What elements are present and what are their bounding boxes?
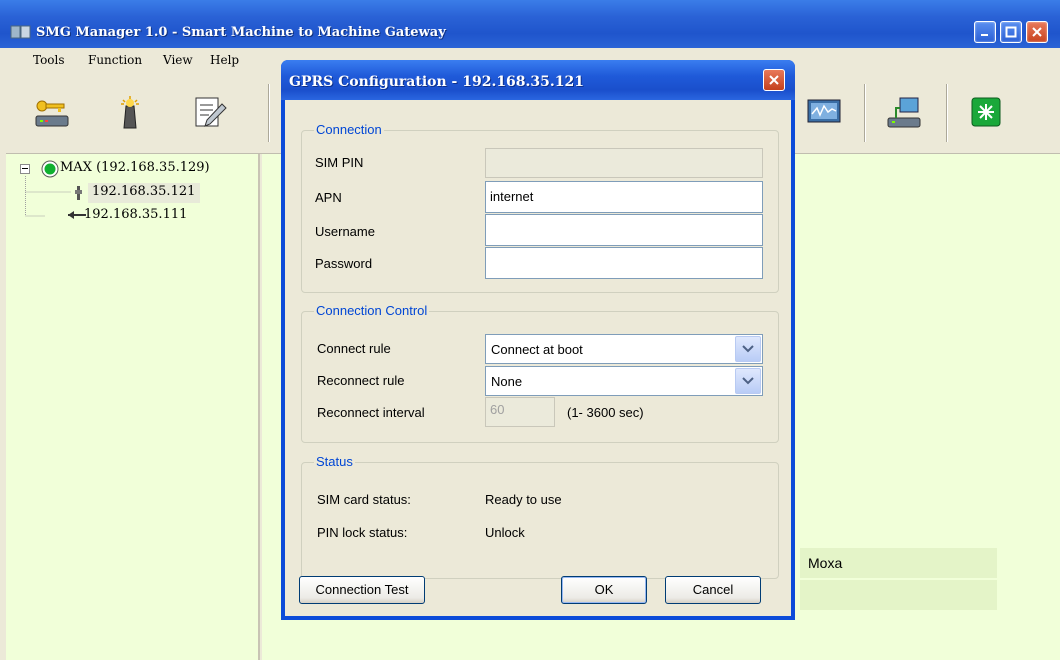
dropdown-arrow-button[interactable] (735, 336, 761, 362)
sim-pin-field (485, 148, 763, 178)
pin-lock-status-label: PIN lock status: (317, 525, 408, 540)
sim-card-status-label: SIM card status: (317, 492, 411, 507)
toolbar-network-button[interactable] (874, 82, 934, 144)
chevron-down-icon (742, 377, 754, 385)
list-item-text: Moxa (808, 555, 843, 571)
status-group: Status (301, 454, 779, 579)
username-label: Username (315, 224, 375, 239)
gprs-configuration-dialog: GPRS Configuration - 192.168.35.121 Conn… (281, 60, 795, 620)
menu-tools[interactable]: Tools (33, 53, 65, 67)
group-legend: Status (314, 454, 355, 469)
tree-collapse-toggle[interactable] (20, 164, 30, 174)
gateway-status-icon (41, 160, 59, 178)
reconnect-rule-select[interactable]: None (485, 366, 763, 396)
chevron-down-icon (742, 345, 754, 353)
password-field[interactable] (485, 247, 763, 279)
connect-rule-select[interactable]: Connect at boot (485, 334, 763, 364)
reconnect-rule-label: Reconnect rule (317, 373, 405, 388)
menu-view[interactable]: View (163, 53, 193, 67)
toolbar-edit-button[interactable] (180, 82, 240, 144)
connection-test-button[interactable]: Connection Test (299, 576, 425, 604)
device-tree-pane (6, 154, 260, 660)
group-legend: Connection Control (314, 303, 430, 318)
tree-device-item[interactable]: 192.168.35.111 (84, 207, 187, 222)
dialog-close-button[interactable] (763, 69, 785, 91)
toolbar-signal-button[interactable] (100, 82, 160, 144)
connect-rule-label: Connect rule (317, 341, 391, 356)
tree-device-item[interactable]: 192.168.35.121 (92, 184, 195, 199)
sim-pin-label: SIM PIN (315, 155, 364, 170)
toolbar-status-button[interactable] (956, 82, 1016, 144)
menu-function[interactable]: Function (88, 53, 142, 67)
key-device-icon (35, 100, 69, 127)
device-icon (75, 186, 82, 200)
app-icon (10, 25, 31, 39)
toolbar-separator (946, 84, 948, 142)
green-status-icon (971, 97, 1001, 127)
close-icon (1032, 27, 1042, 37)
maximize-icon (1005, 26, 1017, 38)
dialog-title-bar[interactable]: GPRS Configuration - 192.168.35.121 (281, 60, 795, 100)
apn-label: APN (315, 190, 342, 205)
group-legend: Connection (314, 122, 384, 137)
main-title-bar[interactable]: SMG Manager 1.0 - Smart Machine to Machi… (0, 0, 1060, 48)
window-title: SMG Manager 1.0 - Smart Machine to Machi… (36, 25, 446, 40)
menu-help[interactable]: Help (210, 53, 239, 67)
sim-card-status-value: Ready to use (485, 492, 562, 507)
toolbar-separator (864, 84, 866, 142)
ok-button[interactable]: OK (561, 576, 647, 604)
username-field[interactable] (485, 214, 763, 246)
toolbar-separator (268, 84, 270, 142)
reconnect-interval-field: 60 (485, 397, 555, 427)
list-item[interactable]: Moxa (800, 548, 997, 579)
reconnect-interval-unit: (1- 3600 sec) (567, 405, 644, 420)
cancel-button[interactable]: Cancel (665, 576, 761, 604)
dropdown-arrow-button[interactable] (735, 368, 761, 394)
apn-field[interactable]: internet (485, 181, 763, 213)
maximize-button[interactable] (1000, 21, 1022, 43)
close-button[interactable] (1026, 21, 1048, 43)
minimize-icon (981, 34, 988, 36)
toolbar-device-key-button[interactable] (22, 82, 82, 144)
toolbar-monitor-button[interactable] (794, 82, 854, 144)
network-device-icon (887, 97, 921, 128)
reconnect-rule-value: None (491, 374, 523, 389)
password-label: Password (315, 256, 373, 271)
list-item[interactable] (800, 580, 997, 611)
edit-notepad-icon (195, 97, 227, 127)
tree-root-gateway[interactable]: MAX (192.168.35.129) (60, 160, 210, 175)
dialog-body: Connection SIM PIN APN internet Username… (285, 100, 791, 616)
close-icon (769, 75, 779, 85)
pin-lock-status-value: Unlock (485, 525, 525, 540)
light-tower-icon (121, 96, 139, 129)
connect-rule-value: Connect at boot (491, 342, 583, 357)
minimize-button[interactable] (974, 21, 996, 43)
dialog-title: GPRS Configuration - 192.168.35.121 (289, 74, 584, 90)
monitor-chart-icon (807, 99, 841, 123)
reconnect-interval-label: Reconnect interval (317, 405, 425, 420)
